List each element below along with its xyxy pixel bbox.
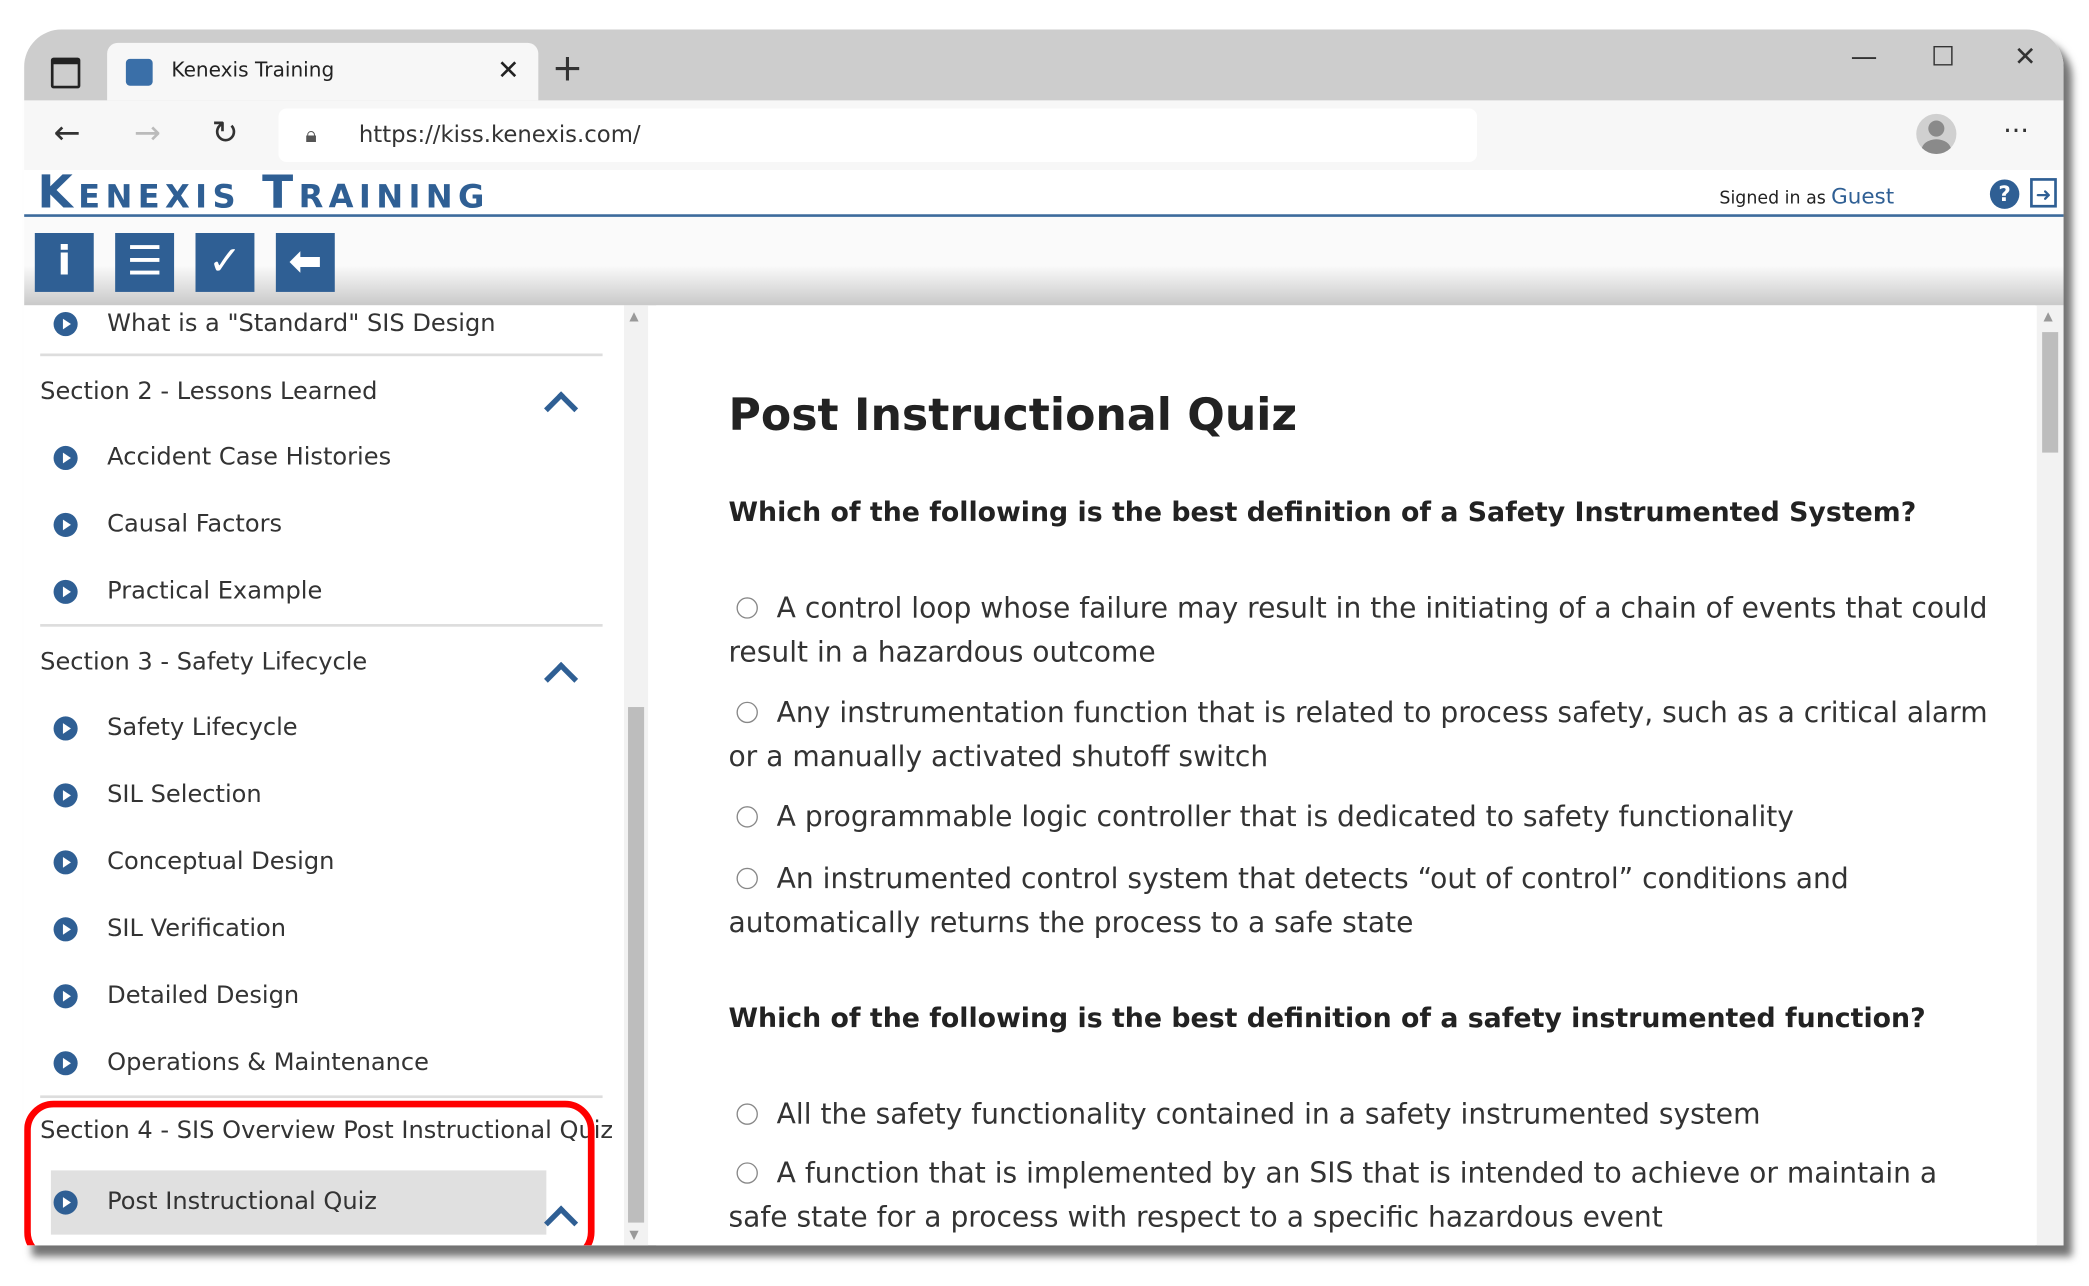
- book-icon[interactable]: ☰: [115, 233, 175, 292]
- answer-option[interactable]: An instrumented control system that dete…: [728, 857, 2000, 945]
- info-icon[interactable]: i: [34, 233, 94, 292]
- clipboard-icon[interactable]: ✓: [195, 233, 255, 292]
- radio-button[interactable]: [736, 597, 758, 619]
- minimize-icon[interactable]: —: [1851, 40, 1878, 72]
- option-text: All the safety functionality contained i…: [776, 1098, 1761, 1131]
- sidebar-item-label: Operations & Maintenance: [107, 1048, 429, 1077]
- section-header[interactable]: Section 2 - Lessons Learned: [40, 378, 377, 406]
- answer-option[interactable]: All the safety functionality contained i…: [728, 1093, 2000, 1137]
- sidebar-item-label: Practical Example: [107, 577, 323, 606]
- reload-icon[interactable]: ↻: [212, 114, 239, 151]
- close-window-icon[interactable]: ✕: [2014, 40, 2036, 72]
- main-scrollbar[interactable]: ▲: [2036, 305, 2064, 1246]
- question-2: Which of the following is the best defin…: [728, 1001, 1926, 1034]
- kenexis-logo: Kenexis Training: [37, 166, 490, 220]
- toolbar: i ☰ ✓ ⬅: [24, 216, 2064, 306]
- sidebar-item-label: What is a "Standard" SIS Design: [107, 309, 496, 338]
- url-text: https://kiss.kenexis.com/: [358, 121, 641, 149]
- sidebar-item-label: SIL Selection: [107, 780, 262, 809]
- scroll-up-icon[interactable]: ▲: [2043, 311, 2052, 324]
- radio-button[interactable]: [736, 867, 758, 890]
- option-text: Any instrumentation function that is rel…: [728, 696, 1988, 773]
- play-icon: [53, 312, 78, 337]
- address-bar-row: ← → ↻ 🔒︎ https://kiss.kenexis.com/ ···: [24, 100, 2064, 171]
- sidebar-item-label: Conceptual Design: [107, 847, 335, 876]
- profile-avatar[interactable]: [1916, 113, 1957, 154]
- logout-icon[interactable]: ➜: [2030, 178, 2057, 208]
- help-icon[interactable]: ?: [1989, 179, 2020, 209]
- course-sidebar: What is a "Standard" SIS Design Section …: [24, 305, 625, 1246]
- play-icon: [53, 445, 78, 471]
- question-1: Which of the following is the best defin…: [728, 495, 1917, 528]
- back-icon[interactable]: ←: [54, 114, 81, 151]
- sidebar-item-label: Safety Lifecycle: [107, 713, 298, 742]
- play-icon: [53, 917, 78, 942]
- answer-option[interactable]: A programmable logic controller that is …: [728, 795, 2000, 839]
- play-icon: [53, 512, 78, 537]
- option-text: An instrumented control system that dete…: [728, 862, 1849, 939]
- new-tab-icon[interactable]: +: [552, 46, 583, 90]
- radio-button[interactable]: [736, 701, 758, 724]
- scroll-down-icon[interactable]: ▼: [629, 1229, 638, 1242]
- more-icon[interactable]: ···: [2003, 114, 2029, 146]
- scrollbar-thumb[interactable]: [2042, 332, 2059, 453]
- answer-option[interactable]: A function that is implemented by an SIS…: [728, 1152, 2000, 1240]
- sidebar-scrollbar[interactable]: ▲ ▼: [624, 305, 649, 1246]
- quiz-content: Post Instructional Quiz Which of the fol…: [656, 305, 2036, 1246]
- option-text: A programmable logic controller that is …: [776, 800, 1794, 833]
- browser-window: Kenexis Training ✕ + — ☐ ✕ ← → ↻ 🔒︎ http…: [24, 29, 2064, 1246]
- play-icon: [53, 850, 78, 875]
- signed-in-status: Signed in as Guest: [1719, 183, 1894, 208]
- sidebar-item-label: Causal Factors: [107, 510, 283, 539]
- play-icon: [53, 716, 78, 741]
- divider: [40, 1095, 603, 1099]
- site-header: Kenexis Training Signed in as Guest ? ➜: [24, 166, 2064, 220]
- close-tab-icon[interactable]: ✕: [497, 54, 519, 86]
- answer-option[interactable]: A control loop whose failure may result …: [728, 587, 2000, 675]
- sidebar-item-label: Accident Case Histories: [107, 443, 392, 472]
- radio-button[interactable]: [736, 1103, 758, 1125]
- radio-button[interactable]: [736, 806, 758, 828]
- divider: [40, 353, 603, 357]
- sidebar-item-label: Detailed Design: [107, 981, 300, 1010]
- section-header[interactable]: Section 3 - Safety Lifecycle: [40, 648, 367, 676]
- tab-kenexis-training[interactable]: Kenexis Training ✕: [107, 42, 539, 101]
- signed-in-label: Signed in as: [1719, 188, 1826, 209]
- highlight-annotation: [24, 1100, 595, 1246]
- back-arrow-icon[interactable]: ⬅: [275, 233, 335, 292]
- page-title: Post Instructional Quiz: [728, 388, 1298, 441]
- play-icon: [53, 984, 78, 1009]
- url-field[interactable]: 🔒︎ https://kiss.kenexis.com/: [278, 108, 1478, 163]
- option-text: A control loop whose failure may result …: [728, 591, 1988, 669]
- maximize-icon[interactable]: ☐: [1931, 40, 1955, 72]
- answer-option[interactable]: Any instrumentation function that is rel…: [728, 691, 2014, 779]
- play-icon: [53, 783, 78, 808]
- user-link[interactable]: Guest: [1831, 183, 1894, 208]
- forward-icon[interactable]: →: [134, 114, 161, 151]
- play-icon: [53, 579, 78, 604]
- sidebar-item-label: SIL Verification: [107, 914, 287, 943]
- play-icon: [53, 1051, 78, 1076]
- chevron-up-icon[interactable]: [544, 391, 579, 426]
- lock-icon: 🔒︎: [305, 121, 317, 148]
- option-text: A function that is implemented by an SIS…: [728, 1156, 1938, 1234]
- tab-bar: Kenexis Training ✕ + — ☐ ✕: [24, 29, 2064, 101]
- scrollbar-thumb[interactable]: [628, 707, 645, 1223]
- tab-title: Kenexis Training: [171, 57, 335, 82]
- scroll-up-icon[interactable]: ▲: [629, 311, 638, 324]
- chevron-up-icon[interactable]: [544, 661, 579, 696]
- radio-button[interactable]: [736, 1162, 758, 1184]
- tab-actions-icon[interactable]: [50, 57, 81, 89]
- divider: [40, 624, 603, 627]
- favicon-icon: [125, 58, 153, 86]
